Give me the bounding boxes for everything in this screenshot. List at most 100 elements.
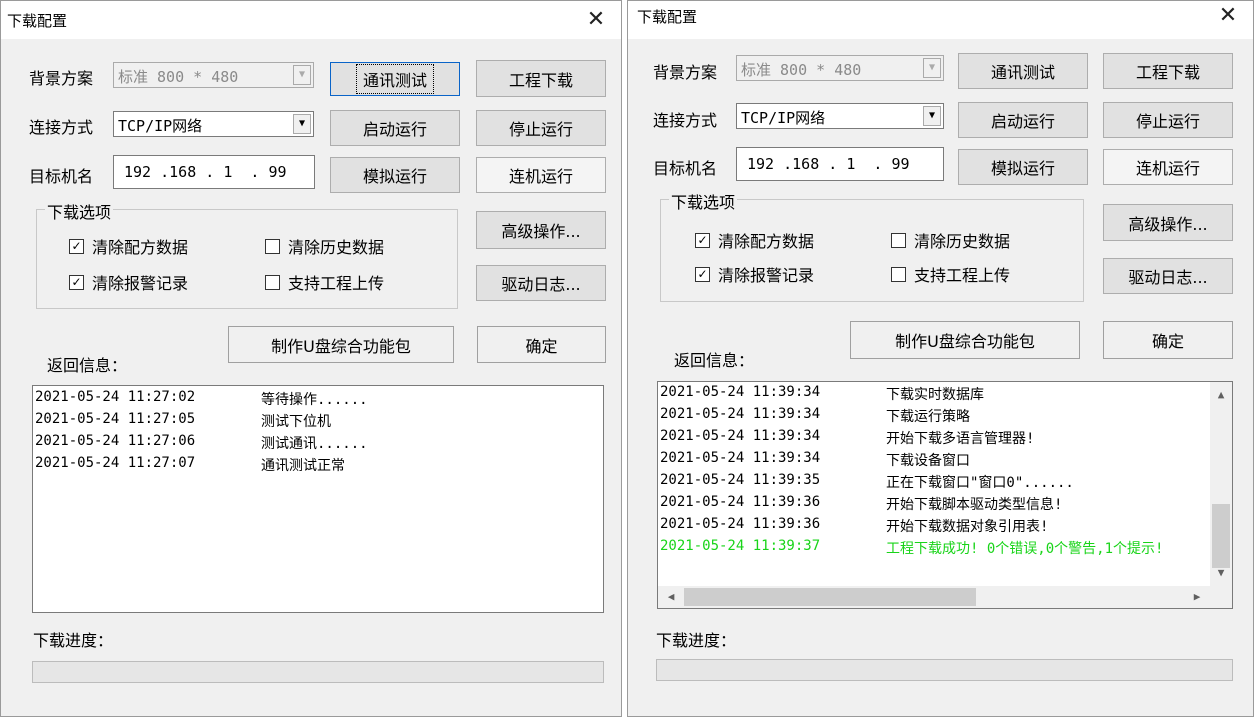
advanced-button[interactable]: 高级操作...: [1103, 204, 1233, 241]
advanced-button[interactable]: 高级操作...: [476, 211, 606, 249]
log-time: 2021-05-24 11:27:07: [35, 455, 196, 471]
stop-run-button[interactable]: 停止运行: [1103, 102, 1233, 138]
scroll-corner: [1210, 586, 1232, 608]
download-progress-bar: [656, 659, 1233, 681]
log-message: 下载设备窗口: [886, 453, 970, 469]
connection-value: TCP/IP网络: [741, 109, 826, 127]
horizontal-scroll-thumb[interactable]: [684, 588, 976, 606]
online-run-button[interactable]: 连机运行: [1103, 149, 1233, 185]
checkbox-unchecked-icon[interactable]: [891, 267, 906, 282]
return-info-label: 返回信息：: [47, 356, 128, 375]
target-label: 目标机名: [653, 159, 718, 178]
project-download-button[interactable]: 工程下载: [1103, 53, 1233, 89]
driver-log-button[interactable]: 驱动日志...: [476, 265, 606, 301]
driver-log-button[interactable]: 驱动日志...: [1103, 258, 1233, 294]
option-clear-recipe[interactable]: ✓ 清除配方数据: [69, 234, 188, 258]
target-ip-value: 192 .168 . 1 . 99: [747, 155, 910, 173]
option-label: 清除配方数据: [92, 238, 189, 257]
make-usb-package-label: 制作U盘综合功能包: [271, 336, 411, 356]
log-time: 2021-05-24 11:39:35: [660, 472, 821, 488]
download-progress-bar: [32, 661, 604, 683]
connection-value: TCP/IP网络: [118, 117, 203, 135]
download-options-group: 下载选项 ✓ 清除配方数据 清除历史数据 ✓ 清除报警记录 支持工程上传: [660, 189, 1084, 302]
connection-label: 连接方式: [29, 118, 94, 137]
close-icon[interactable]: ✕: [1213, 1, 1243, 31]
ok-button[interactable]: 确定: [477, 326, 606, 363]
log-time: 2021-05-24 11:39:34: [660, 406, 821, 422]
option-support-upload[interactable]: 支持工程上传: [265, 270, 384, 294]
make-usb-package-button[interactable]: 制作U盘综合功能包: [228, 326, 454, 363]
connection-combo[interactable]: TCP/IP网络 ▼: [113, 111, 314, 137]
checkbox-checked-icon[interactable]: ✓: [695, 267, 710, 282]
option-clear-alarm[interactable]: ✓ 清除报警记录: [695, 262, 814, 286]
comm-test-button[interactable]: 通讯测试: [958, 53, 1088, 89]
vertical-scroll-thumb[interactable]: [1212, 504, 1230, 568]
comm-test-button[interactable]: 通讯测试: [330, 62, 460, 96]
checkbox-unchecked-icon[interactable]: [265, 275, 280, 290]
connection-combo[interactable]: TCP/IP网络 ▼: [736, 103, 944, 129]
start-run-button[interactable]: 启动运行: [330, 110, 460, 146]
option-label: 清除历史数据: [288, 238, 385, 257]
project-download-label: 工程下载: [508, 70, 573, 90]
make-usb-package-label: 制作U盘综合功能包: [895, 332, 1035, 351]
simulate-run-button[interactable]: 模拟运行: [330, 157, 460, 193]
project-download-button[interactable]: 工程下载: [476, 60, 606, 97]
scroll-right-icon[interactable]: ▶: [1186, 586, 1208, 608]
stop-run-button[interactable]: 停止运行: [476, 110, 606, 146]
download-options-label: 下载选项: [45, 199, 114, 223]
checkbox-unchecked-icon[interactable]: [891, 233, 906, 248]
option-clear-alarm[interactable]: ✓ 清除报警记录: [69, 270, 188, 294]
online-run-button[interactable]: 连机运行: [476, 157, 606, 193]
stop-run-label: 停止运行: [508, 120, 573, 139]
scroll-up-icon[interactable]: ▲: [1210, 384, 1232, 406]
scheme-combo: 标准 800 * 480 ▼: [736, 55, 944, 81]
horizontal-scrollbar[interactable]: ◀ ▶: [658, 586, 1210, 608]
driver-log-label: 驱动日志...: [501, 275, 581, 294]
title-bar[interactable]: 下载配置 ✕: [1, 1, 621, 39]
ok-label: 确定: [1151, 332, 1184, 351]
scheme-value: 标准 800 * 480: [118, 68, 239, 86]
ok-button[interactable]: 确定: [1103, 321, 1233, 359]
window-title: 下载配置: [637, 8, 698, 26]
scroll-down-icon[interactable]: ▼: [1210, 562, 1232, 584]
checkbox-checked-icon[interactable]: ✓: [69, 239, 84, 254]
target-ip-field[interactable]: 192 .168 . 1 . 99: [736, 147, 944, 181]
checkbox-checked-icon[interactable]: ✓: [69, 275, 84, 290]
checkbox-unchecked-icon[interactable]: [265, 239, 280, 254]
log-list[interactable]: 2021-05-24 11:39:34 下载实时数据库 2021-05-24 11…: [657, 381, 1233, 609]
download-options-label: 下载选项: [669, 189, 738, 213]
option-clear-history[interactable]: 清除历史数据: [891, 228, 1010, 252]
start-run-button[interactable]: 启动运行: [958, 102, 1088, 138]
log-message: 通讯测试正常: [261, 458, 345, 474]
log-message: 工程下载成功! 0个错误,0个警告,1个提示!: [886, 541, 1164, 557]
close-icon[interactable]: ✕: [581, 5, 611, 35]
window-title: 下载配置: [7, 12, 68, 30]
target-ip-field[interactable]: 192 .168 . 1 . 99: [113, 155, 315, 189]
option-label: 支持工程上传: [288, 274, 385, 293]
option-support-upload[interactable]: 支持工程上传: [891, 262, 1010, 286]
log-message: 开始下载脚本驱动类型信息!: [886, 497, 1063, 513]
title-bar[interactable]: 下载配置 ✕: [628, 1, 1253, 39]
checkbox-checked-icon[interactable]: ✓: [695, 233, 710, 248]
log-message: 测试下位机: [261, 414, 331, 430]
make-usb-package-button[interactable]: 制作U盘综合功能包: [850, 321, 1080, 359]
log-list[interactable]: 2021-05-24 11:27:02 等待操作...... 2021-05-24…: [32, 385, 604, 613]
scroll-left-icon[interactable]: ◀: [660, 586, 682, 608]
stop-run-label: 停止运行: [1135, 112, 1200, 131]
log-message: 下载运行策略: [886, 409, 970, 425]
simulate-run-button[interactable]: 模拟运行: [958, 149, 1088, 185]
option-clear-recipe[interactable]: ✓ 清除配方数据: [695, 228, 814, 252]
advanced-label: 高级操作...: [1128, 214, 1208, 234]
option-label: 清除配方数据: [718, 232, 815, 251]
chevron-down-icon[interactable]: ▼: [923, 106, 941, 126]
log-time: 2021-05-24 11:27:06: [35, 433, 196, 449]
download-options-group: 下载选项 ✓ 清除配方数据 清除历史数据 ✓ 清除报警记录 支持工程上传: [36, 199, 458, 309]
option-clear-history[interactable]: 清除历史数据: [265, 234, 384, 258]
log-message: 下载实时数据库: [886, 387, 984, 403]
chevron-down-icon[interactable]: ▼: [293, 114, 311, 134]
scheme-value: 标准 800 * 480: [741, 61, 862, 79]
return-info-label: 返回信息：: [674, 351, 755, 370]
target-ip-value: 192 .168 . 1 . 99: [124, 163, 287, 181]
vertical-scrollbar[interactable]: ▲ ▼: [1210, 382, 1232, 586]
comm-test-label: 通讯测试: [355, 64, 435, 94]
